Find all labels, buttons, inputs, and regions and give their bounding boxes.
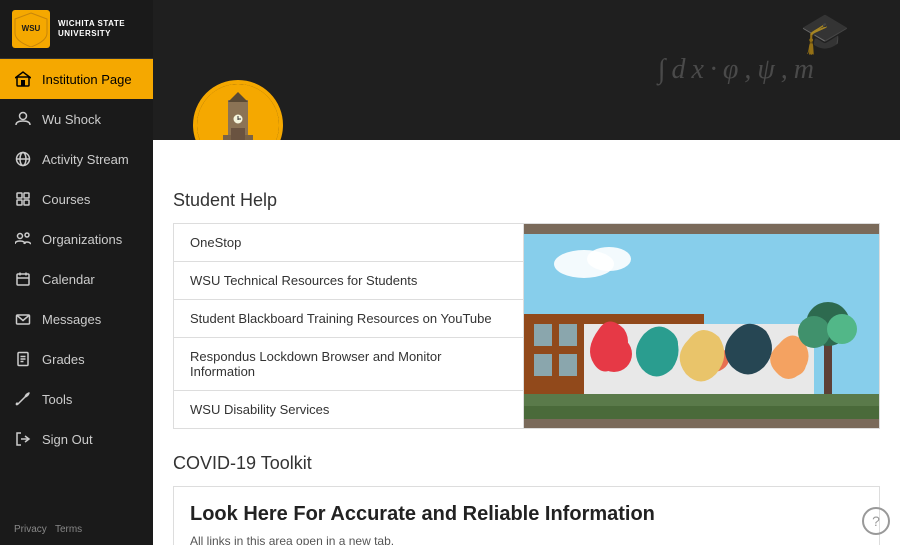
help-link-0[interactable]: OneStop: [174, 224, 523, 262]
globe-icon: [14, 150, 32, 168]
student-help-title: Student Help: [173, 190, 880, 211]
user-icon: [14, 110, 32, 128]
university-name: Wichita State University: [58, 19, 125, 40]
help-links-list: OneStop WSU Technical Resources for Stud…: [174, 224, 524, 428]
covid-section: Look Here For Accurate and Reliable Info…: [173, 486, 880, 545]
signout-icon: [14, 430, 32, 448]
sidebar-item-calendar[interactable]: Calendar: [0, 259, 153, 299]
sidebar-label-messages: Messages: [42, 312, 101, 327]
sidebar-item-sign-out[interactable]: Sign Out: [0, 419, 153, 459]
sidebar-item-organizations[interactable]: Organizations: [0, 219, 153, 259]
sidebar-logo: WSU Wichita State University: [0, 0, 153, 59]
sidebar-label-institution: Institution Page: [42, 72, 132, 87]
sidebar-item-courses[interactable]: Courses: [0, 179, 153, 219]
svg-text:WSU: WSU: [22, 24, 41, 33]
covid-heading: Look Here For Accurate and Reliable Info…: [190, 503, 863, 526]
terms-link[interactable]: Terms: [55, 524, 82, 535]
help-link-4[interactable]: WSU Disability Services: [174, 391, 523, 428]
covid-subtext: All links in this area open in a new tab…: [190, 534, 863, 545]
building-icon: [14, 70, 32, 88]
tools-icon: [14, 390, 32, 408]
help-link-3[interactable]: Respondus Lockdown Browser and Monitor I…: [174, 338, 523, 391]
student-help-container: OneStop WSU Technical Resources for Stud…: [173, 223, 880, 429]
sidebar-item-grades[interactable]: Grades: [0, 339, 153, 379]
sidebar-item-wu-shock[interactable]: Wu Shock: [0, 99, 153, 139]
wsu-logo-shield: WSU: [12, 10, 50, 48]
people-icon: [14, 230, 32, 248]
sidebar-item-institution-page[interactable]: Institution Page: [0, 59, 153, 99]
sidebar: WSU Wichita State University Institution…: [0, 0, 153, 545]
help-link-1[interactable]: WSU Technical Resources for Students: [174, 262, 523, 300]
sidebar-label-calendar: Calendar: [42, 272, 95, 287]
header-banner: ∫dx·φ,ψ,m 🎓: [153, 0, 900, 140]
document-icon: [14, 350, 32, 368]
sidebar-item-activity-stream[interactable]: Activity Stream: [0, 139, 153, 179]
covid-section-title: COVID-19 Toolkit: [173, 453, 880, 474]
banner-math-text: ∫dx·φ,ψ,m: [658, 54, 820, 86]
sidebar-label-wu-shock: Wu Shock: [42, 112, 101, 127]
sidebar-label-grades: Grades: [42, 352, 85, 367]
main-area: ∫dx·φ,ψ,m 🎓 Stu: [153, 0, 900, 545]
help-button[interactable]: ?: [862, 507, 890, 535]
sidebar-label-organizations: Organizations: [42, 232, 122, 247]
grid-icon: [14, 190, 32, 208]
sidebar-label-signout: Sign Out: [42, 432, 93, 447]
help-image: [524, 224, 879, 428]
content-area: Student Help OneStop WSU Technical Resou…: [153, 140, 900, 545]
calendar-icon: [14, 270, 32, 288]
sidebar-footer: Privacy Terms: [0, 514, 153, 545]
sidebar-label-tools: Tools: [42, 392, 72, 407]
sidebar-item-tools[interactable]: Tools: [0, 379, 153, 419]
sidebar-label-courses: Courses: [42, 192, 90, 207]
sidebar-label-activity: Activity Stream: [42, 152, 129, 167]
envelope-icon: [14, 310, 32, 328]
sidebar-item-messages[interactable]: Messages: [0, 299, 153, 339]
help-link-2[interactable]: Student Blackboard Training Resources on…: [174, 300, 523, 338]
privacy-link[interactable]: Privacy: [14, 524, 47, 535]
